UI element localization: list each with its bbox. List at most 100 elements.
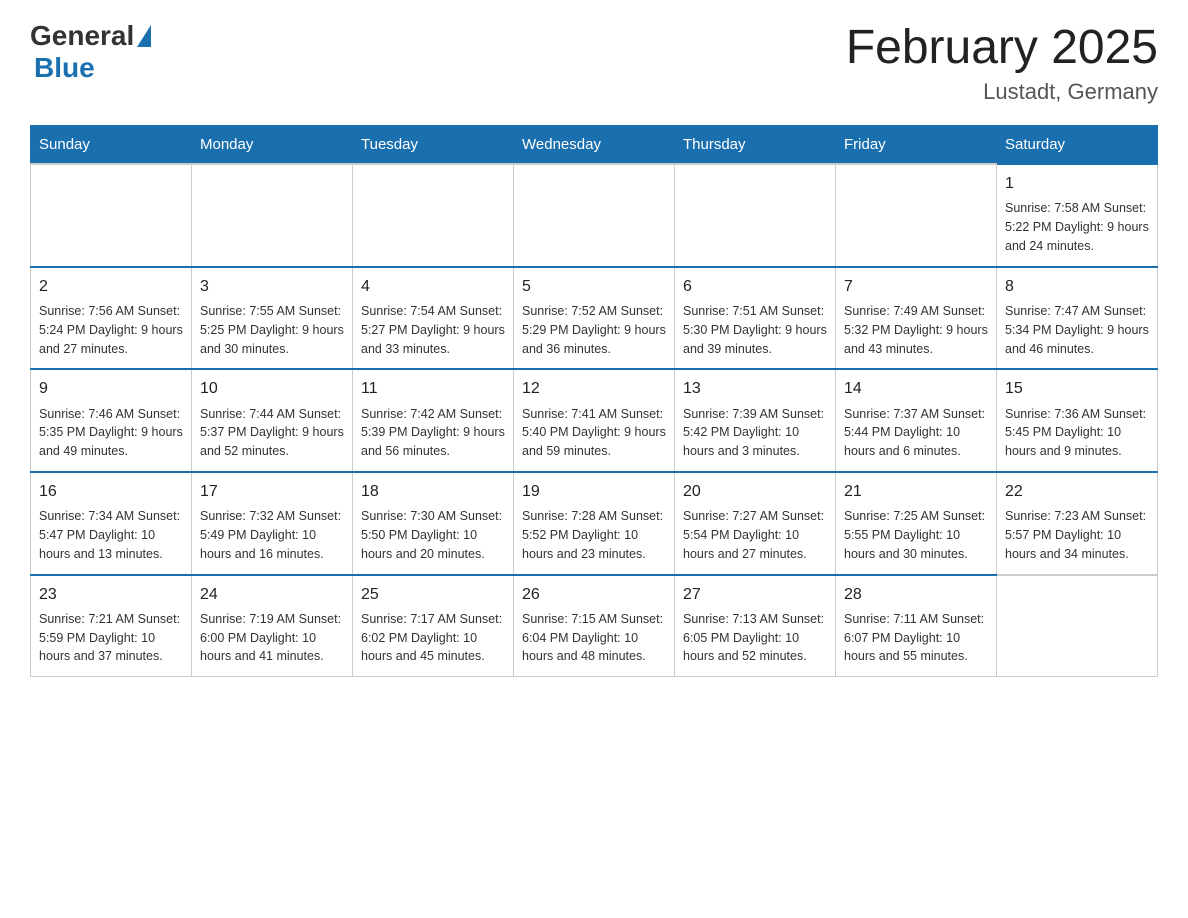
calendar-cell: 12 Sunrise: 7:41 AM Sunset: 5:40 PM Dayli… <box>514 369 675 472</box>
weekday-header-saturday: Saturday <box>997 126 1158 165</box>
weekday-row: SundayMondayTuesdayWednesdayThursdayFrid… <box>31 126 1158 165</box>
day-info: Sunrise: 7:55 AM Sunset: 5:25 PM Dayligh… <box>200 302 344 358</box>
day-info: Sunrise: 7:17 AM Sunset: 6:02 PM Dayligh… <box>361 610 505 666</box>
day-number: 28 <box>844 584 988 606</box>
day-number: 12 <box>522 378 666 400</box>
day-info: Sunrise: 7:30 AM Sunset: 5:50 PM Dayligh… <box>361 507 505 563</box>
day-info: Sunrise: 7:42 AM Sunset: 5:39 PM Dayligh… <box>361 405 505 461</box>
calendar-cell: 2Sunrise: 7:56 AM Sunset: 5:24 PM Daylig… <box>31 267 192 370</box>
logo-line1: General <box>30 20 151 52</box>
calendar-body: 1 Sunrise: 7:58 AM Sunset: 5:22 PM Daylig… <box>31 164 1158 677</box>
weekday-header-thursday: Thursday <box>675 126 836 165</box>
day-number: 6 <box>683 276 827 298</box>
calendar-cell: 4 Sunrise: 7:54 AM Sunset: 5:27 PM Daylig… <box>353 267 514 370</box>
day-info: Sunrise: 7:32 AM Sunset: 5:49 PM Dayligh… <box>200 507 344 563</box>
day-number: 3 <box>200 276 344 298</box>
day-number: 7 <box>844 276 988 298</box>
calendar-header: SundayMondayTuesdayWednesdayThursdayFrid… <box>31 126 1158 165</box>
logo-blue-text: Blue <box>34 52 95 84</box>
day-info: Sunrise: 7:37 AM Sunset: 5:44 PM Dayligh… <box>844 405 988 461</box>
day-number: 22 <box>1005 481 1149 503</box>
calendar-cell: 28 Sunrise: 7:11 AM Sunset: 6:07 PM Dayli… <box>836 575 997 677</box>
day-info: Sunrise: 7:54 AM Sunset: 5:27 PM Dayligh… <box>361 302 505 358</box>
calendar-cell: 27 Sunrise: 7:13 AM Sunset: 6:05 PM Dayli… <box>675 575 836 677</box>
logo-general-text: General <box>30 20 134 52</box>
calendar-cell: 21 Sunrise: 7:25 AM Sunset: 5:55 PM Dayli… <box>836 472 997 575</box>
day-number: 17 <box>200 481 344 503</box>
day-number: 24 <box>200 584 344 606</box>
day-number: 10 <box>200 378 344 400</box>
weekday-header-friday: Friday <box>836 126 997 165</box>
calendar-title: February 2025 <box>846 20 1158 75</box>
day-number: 13 <box>683 378 827 400</box>
day-info: Sunrise: 7:58 AM Sunset: 5:22 PM Dayligh… <box>1005 199 1149 255</box>
calendar-cell: 17 Sunrise: 7:32 AM Sunset: 5:49 PM Dayli… <box>192 472 353 575</box>
day-number: 26 <box>522 584 666 606</box>
calendar-cell: 3 Sunrise: 7:55 AM Sunset: 5:25 PM Daylig… <box>192 267 353 370</box>
calendar-cell <box>192 164 353 267</box>
day-number: 8 <box>1005 276 1149 298</box>
day-number: 11 <box>361 378 505 400</box>
day-number: 15 <box>1005 378 1149 400</box>
day-info: Sunrise: 7:34 AM Sunset: 5:47 PM Dayligh… <box>39 507 183 563</box>
day-info: Sunrise: 7:41 AM Sunset: 5:40 PM Dayligh… <box>522 405 666 461</box>
logo: General Blue <box>30 20 151 84</box>
calendar-cell: 24 Sunrise: 7:19 AM Sunset: 6:00 PM Dayli… <box>192 575 353 677</box>
week-row-5: 23 Sunrise: 7:21 AM Sunset: 5:59 PM Dayli… <box>31 575 1158 677</box>
weekday-header-tuesday: Tuesday <box>353 126 514 165</box>
calendar-cell: 1 Sunrise: 7:58 AM Sunset: 5:22 PM Daylig… <box>997 164 1158 267</box>
weekday-header-wednesday: Wednesday <box>514 126 675 165</box>
calendar-cell: 25Sunrise: 7:17 AM Sunset: 6:02 PM Dayli… <box>353 575 514 677</box>
day-info: Sunrise: 7:36 AM Sunset: 5:45 PM Dayligh… <box>1005 405 1149 461</box>
day-info: Sunrise: 7:56 AM Sunset: 5:24 PM Dayligh… <box>39 302 183 358</box>
calendar-cell: 8 Sunrise: 7:47 AM Sunset: 5:34 PM Daylig… <box>997 267 1158 370</box>
calendar-cell <box>514 164 675 267</box>
calendar-cell: 5Sunrise: 7:52 AM Sunset: 5:29 PM Daylig… <box>514 267 675 370</box>
calendar-cell <box>997 575 1158 677</box>
day-number: 23 <box>39 584 183 606</box>
day-info: Sunrise: 7:21 AM Sunset: 5:59 PM Dayligh… <box>39 610 183 666</box>
day-info: Sunrise: 7:51 AM Sunset: 5:30 PM Dayligh… <box>683 302 827 358</box>
calendar-cell: 7 Sunrise: 7:49 AM Sunset: 5:32 PM Daylig… <box>836 267 997 370</box>
calendar-cell: 16 Sunrise: 7:34 AM Sunset: 5:47 PM Dayli… <box>31 472 192 575</box>
calendar-cell: 23 Sunrise: 7:21 AM Sunset: 5:59 PM Dayli… <box>31 575 192 677</box>
day-info: Sunrise: 7:11 AM Sunset: 6:07 PM Dayligh… <box>844 610 988 666</box>
calendar-cell: 6 Sunrise: 7:51 AM Sunset: 5:30 PM Daylig… <box>675 267 836 370</box>
day-info: Sunrise: 7:23 AM Sunset: 5:57 PM Dayligh… <box>1005 507 1149 563</box>
week-row-2: 2Sunrise: 7:56 AM Sunset: 5:24 PM Daylig… <box>31 267 1158 370</box>
calendar-cell <box>836 164 997 267</box>
day-number: 21 <box>844 481 988 503</box>
calendar-cell: 9 Sunrise: 7:46 AM Sunset: 5:35 PM Daylig… <box>31 369 192 472</box>
day-info: Sunrise: 7:25 AM Sunset: 5:55 PM Dayligh… <box>844 507 988 563</box>
day-info: Sunrise: 7:46 AM Sunset: 5:35 PM Dayligh… <box>39 405 183 461</box>
day-number: 20 <box>683 481 827 503</box>
day-info: Sunrise: 7:47 AM Sunset: 5:34 PM Dayligh… <box>1005 302 1149 358</box>
weekday-header-monday: Monday <box>192 126 353 165</box>
day-number: 1 <box>1005 173 1149 195</box>
day-info: Sunrise: 7:19 AM Sunset: 6:00 PM Dayligh… <box>200 610 344 666</box>
calendar-cell: 18Sunrise: 7:30 AM Sunset: 5:50 PM Dayli… <box>353 472 514 575</box>
day-info: Sunrise: 7:44 AM Sunset: 5:37 PM Dayligh… <box>200 405 344 461</box>
calendar-cell: 11 Sunrise: 7:42 AM Sunset: 5:39 PM Dayli… <box>353 369 514 472</box>
title-block: February 2025 Lustadt, Germany <box>846 20 1158 105</box>
day-number: 5 <box>522 276 666 298</box>
calendar-cell: 10 Sunrise: 7:44 AM Sunset: 5:37 PM Dayli… <box>192 369 353 472</box>
day-number: 4 <box>361 276 505 298</box>
calendar-subtitle: Lustadt, Germany <box>846 79 1158 105</box>
day-number: 19 <box>522 481 666 503</box>
day-info: Sunrise: 7:27 AM Sunset: 5:54 PM Dayligh… <box>683 507 827 563</box>
day-number: 16 <box>39 481 183 503</box>
calendar-cell: 19 Sunrise: 7:28 AM Sunset: 5:52 PM Dayli… <box>514 472 675 575</box>
week-row-3: 9 Sunrise: 7:46 AM Sunset: 5:35 PM Daylig… <box>31 369 1158 472</box>
weekday-header-sunday: Sunday <box>31 126 192 165</box>
day-info: Sunrise: 7:15 AM Sunset: 6:04 PM Dayligh… <box>522 610 666 666</box>
day-number: 27 <box>683 584 827 606</box>
calendar-cell: 14Sunrise: 7:37 AM Sunset: 5:44 PM Dayli… <box>836 369 997 472</box>
day-info: Sunrise: 7:13 AM Sunset: 6:05 PM Dayligh… <box>683 610 827 666</box>
calendar-cell: 26 Sunrise: 7:15 AM Sunset: 6:04 PM Dayli… <box>514 575 675 677</box>
calendar-cell: 20 Sunrise: 7:27 AM Sunset: 5:54 PM Dayli… <box>675 472 836 575</box>
day-info: Sunrise: 7:28 AM Sunset: 5:52 PM Dayligh… <box>522 507 666 563</box>
day-info: Sunrise: 7:49 AM Sunset: 5:32 PM Dayligh… <box>844 302 988 358</box>
week-row-4: 16 Sunrise: 7:34 AM Sunset: 5:47 PM Dayli… <box>31 472 1158 575</box>
day-number: 9 <box>39 378 183 400</box>
